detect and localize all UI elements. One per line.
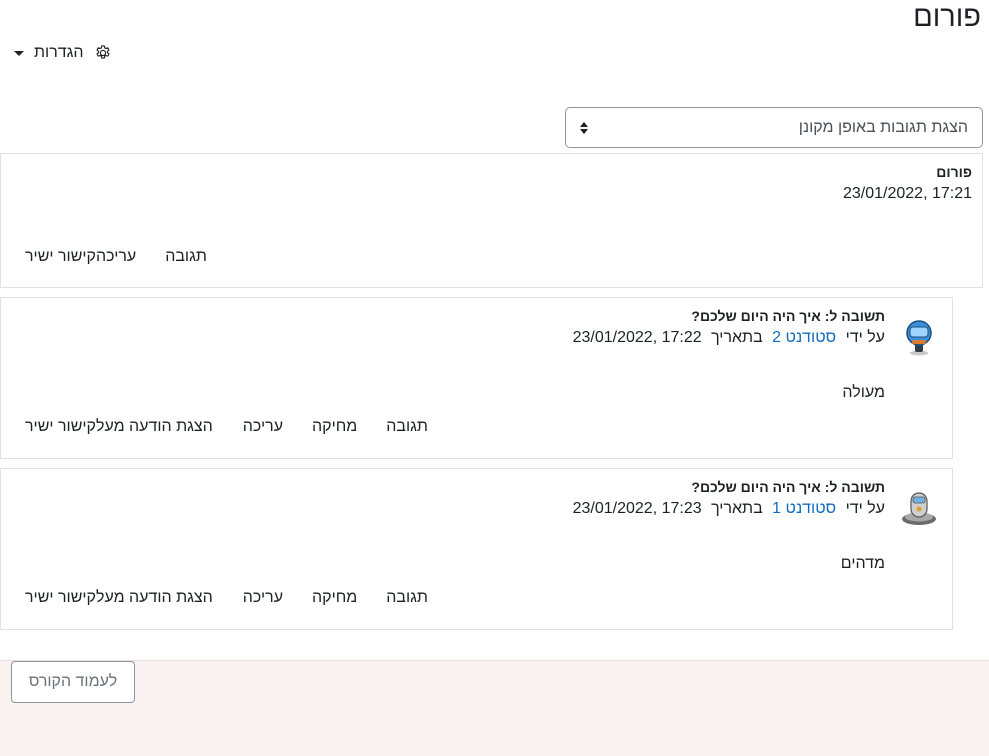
back-to-course-button[interactable]: לעמוד הקורס <box>11 661 135 703</box>
delete-link[interactable]: מחיקה <box>312 589 386 607</box>
permalink-link[interactable]: קישור ישיר <box>25 589 96 607</box>
post-date: 17:22 ,23/01/2022 <box>572 329 702 346</box>
settings-menu[interactable]: הגדרות <box>14 44 112 62</box>
post-subject: פורום <box>936 164 972 180</box>
permalink-link[interactable]: קישור ישיר <box>25 418 96 436</box>
forum-post: פורום 17:21 ,23/01/2022 קישור ישיר עריכה… <box>0 153 983 288</box>
date-prefix: בתאריך <box>711 500 763 517</box>
post-date: 17:21 ,23/01/2022 <box>842 185 972 202</box>
permalink-link[interactable]: קישור ישיר <box>25 248 96 266</box>
forum-post: תשובה ל: איך היה היום שלכם? על ידי סטודנ… <box>0 297 953 459</box>
edit-link[interactable]: עריכה <box>96 248 165 266</box>
post-subject: תשובה ל: איך היה היום שלכם? <box>691 479 885 495</box>
display-mode-value: הצגת תגובות באופן מקונן <box>798 118 968 136</box>
post-meta: על ידי סטודנט 2 בתאריך 17:22 ,23/01/2022 <box>573 329 885 347</box>
by-prefix: על ידי <box>845 500 885 517</box>
page-title: פורום <box>913 1 981 33</box>
post-actions: קישור ישיר הצגת הודעה מעל עריכה מחיקה תג… <box>25 589 457 607</box>
caret-down-icon[interactable] <box>14 50 24 56</box>
by-prefix: על ידי <box>845 329 885 346</box>
reply-link[interactable]: תגובה <box>165 248 236 266</box>
post-actions: קישור ישיר עריכה תגובה <box>25 248 236 266</box>
edit-link[interactable]: עריכה <box>243 418 312 436</box>
post-header: תשובה ל: איך היה היום שלכם? על ידי סטודנ… <box>573 308 885 347</box>
robot-avatar-blue <box>906 320 932 356</box>
show-parent-link[interactable]: הצגת הודעה מעל <box>96 589 243 607</box>
settings-label[interactable]: הגדרות <box>34 44 84 62</box>
delete-link[interactable]: מחיקה <box>312 418 386 436</box>
page-footer <box>0 660 989 756</box>
post-header: תשובה ל: איך היה היום שלכם? על ידי סטודנ… <box>573 479 885 518</box>
author-link[interactable]: סטודנט 1 <box>772 500 836 517</box>
reply-link[interactable]: תגובה <box>386 418 457 436</box>
reply-link[interactable]: תגובה <box>386 589 457 607</box>
robot-avatar-grey <box>902 492 936 525</box>
post-subject: תשובה ל: איך היה היום שלכם? <box>691 308 885 324</box>
post-actions: קישור ישיר הצגת הודעה מעל עריכה מחיקה תג… <box>25 418 457 436</box>
post-date: 17:23 ,23/01/2022 <box>572 500 702 517</box>
select-arrows-icon <box>580 121 588 134</box>
gear-icon[interactable] <box>94 44 112 62</box>
display-mode-select[interactable]: הצגת תגובות באופן מקונן <box>565 107 983 148</box>
post-header: פורום 17:21 ,23/01/2022 <box>843 164 972 203</box>
post-content: מדהים <box>840 555 885 572</box>
forum-post: תשובה ל: איך היה היום שלכם? על ידי סטודנ… <box>0 468 953 630</box>
post-meta: על ידי סטודנט 1 בתאריך 17:23 ,23/01/2022 <box>573 500 885 518</box>
author-link[interactable]: סטודנט 2 <box>772 329 836 346</box>
date-prefix: בתאריך <box>711 329 763 346</box>
post-content: מעולה <box>842 384 885 401</box>
edit-link[interactable]: עריכה <box>243 589 312 607</box>
show-parent-link[interactable]: הצגת הודעה מעל <box>96 418 243 436</box>
